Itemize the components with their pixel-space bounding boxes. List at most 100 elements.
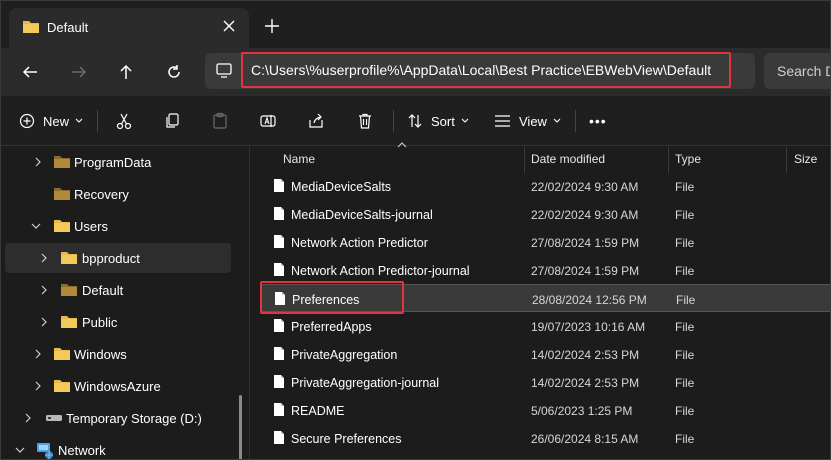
- file-row[interactable]: Secure Preferences 26/06/2024 8:15 AM Fi…: [261, 424, 830, 452]
- folder-icon: [54, 156, 70, 168]
- file-date: 14/02/2024 2:53 PM: [531, 376, 640, 390]
- file-name: Network Action Predictor-journal: [291, 264, 470, 278]
- tree-item-public[interactable]: Public: [5, 307, 231, 337]
- file-row[interactable]: Network Action Predictor-journal 27/08/2…: [261, 256, 830, 284]
- file-row[interactable]: MediaDeviceSalts 22/02/2024 9:30 AM File: [261, 172, 830, 200]
- chevron-right-icon[interactable]: [33, 157, 43, 167]
- more-icon: •••: [589, 113, 607, 129]
- trash-icon: [359, 113, 371, 129]
- file-date: 26/06/2024 8:15 AM: [531, 432, 639, 446]
- column-header-name[interactable]: Name: [283, 147, 315, 171]
- file-name: PreferredApps: [291, 320, 372, 334]
- explorer-window: Default C:\Users\%userprofile%\AppData\L…: [0, 0, 831, 460]
- tree-item-users[interactable]: Users: [5, 211, 231, 241]
- file-type: File: [675, 264, 695, 278]
- copy-button[interactable]: [163, 109, 181, 133]
- file-type: File: [675, 404, 695, 418]
- tree-item-bpproduct[interactable]: bpproduct: [5, 243, 231, 273]
- file-row[interactable]: README 5/06/2023 1:25 PM File: [261, 396, 830, 424]
- sort-icon: [408, 114, 422, 128]
- tree-item-network[interactable]: Network: [5, 435, 231, 459]
- new-button[interactable]: New: [19, 109, 83, 133]
- chevron-right-icon[interactable]: [39, 285, 49, 295]
- tree-label: Default: [82, 283, 124, 298]
- chevron-down-icon: [553, 118, 561, 123]
- rename-icon: [260, 115, 276, 127]
- up-button[interactable]: [114, 60, 138, 84]
- file-row[interactable]: Network Action Predictor 27/08/2024 1:59…: [261, 228, 830, 256]
- chevron-down-icon[interactable]: [31, 221, 41, 231]
- column-size-label: Size: [794, 152, 818, 166]
- tree-label: WindowsAzure: [74, 379, 161, 394]
- file-date: 22/02/2024 9:30 AM: [531, 180, 639, 194]
- network-icon: [37, 443, 53, 459]
- column-divider[interactable]: [668, 147, 669, 173]
- close-icon[interactable]: [221, 18, 237, 34]
- new-tab-icon[interactable]: [263, 17, 281, 35]
- tree-item-programdata[interactable]: ProgramData: [5, 147, 231, 177]
- chevron-right-icon[interactable]: [33, 381, 43, 391]
- file-type: File: [675, 376, 695, 390]
- tab-strip: Default: [1, 1, 830, 49]
- column-header-type[interactable]: Type: [675, 147, 701, 171]
- file-row[interactable]: PrivateAggregation-journal 14/02/2024 2:…: [261, 368, 830, 396]
- column-divider[interactable]: [786, 147, 787, 173]
- file-icon: [274, 431, 284, 444]
- chevron-down-icon: [461, 118, 469, 123]
- search-box[interactable]: Search D: [764, 53, 830, 89]
- refresh-button[interactable]: [162, 60, 186, 84]
- sort-button[interactable]: Sort: [407, 109, 469, 133]
- tree-item-windowsazure[interactable]: WindowsAzure: [5, 371, 231, 401]
- nav-scrollbar[interactable]: [239, 395, 242, 459]
- preferences-highlight-box: [260, 281, 404, 314]
- drive-icon: [46, 415, 62, 421]
- paste-button[interactable]: [211, 109, 229, 133]
- computer-icon: [216, 63, 232, 78]
- sort-ascending-icon: [397, 142, 407, 148]
- copy-icon: [166, 113, 179, 128]
- file-icon: [274, 347, 284, 360]
- chevron-right-icon[interactable]: [33, 349, 43, 359]
- file-row[interactable]: PreferredApps 19/07/2023 10:16 AM File: [261, 312, 830, 340]
- tree-item-windows[interactable]: Windows: [5, 339, 231, 369]
- chevron-down-icon[interactable]: [15, 445, 25, 455]
- tree-item-temporary-storage[interactable]: Temporary Storage (D:): [5, 403, 231, 433]
- file-icon: [274, 207, 284, 220]
- file-type: File: [675, 236, 695, 250]
- sort-label: Sort: [431, 113, 455, 129]
- folder-icon: [54, 380, 70, 392]
- file-name: PrivateAggregation: [291, 348, 398, 362]
- tab-default[interactable]: Default: [9, 8, 249, 48]
- column-header-size[interactable]: Size: [794, 147, 817, 171]
- file-name: PrivateAggregation-journal: [291, 376, 440, 390]
- tree-item-recovery[interactable]: Recovery: [5, 179, 231, 209]
- tree-item-default[interactable]: Default: [5, 275, 231, 305]
- column-header-date[interactable]: Date modified: [531, 147, 605, 171]
- file-name: README: [291, 404, 345, 418]
- arrow-right-icon: [72, 66, 87, 78]
- back-button[interactable]: [18, 60, 42, 84]
- scissors-icon: [116, 113, 132, 130]
- file-row[interactable]: MediaDeviceSalts-journal 22/02/2024 9:30…: [261, 200, 830, 228]
- chevron-right-icon[interactable]: [39, 253, 49, 263]
- file-date: 19/07/2023 10:16 AM: [531, 320, 646, 334]
- address-row: C:\Users\%userprofile%\AppData\Local\Bes…: [1, 48, 830, 96]
- view-button[interactable]: View: [494, 109, 561, 133]
- file-icon: [274, 403, 284, 416]
- share-button[interactable]: [307, 109, 325, 133]
- chevron-right-icon[interactable]: [39, 317, 49, 327]
- column-divider[interactable]: [524, 147, 525, 173]
- arrow-left-icon: [22, 66, 37, 78]
- file-date: 14/02/2024 2:53 PM: [531, 348, 640, 362]
- chevron-right-icon[interactable]: [23, 413, 33, 423]
- file-name: MediaDeviceSalts: [291, 180, 392, 194]
- more-options-button[interactable]: •••: [589, 109, 607, 133]
- delete-button[interactable]: [356, 109, 374, 133]
- forward-button[interactable]: [67, 60, 91, 84]
- file-row[interactable]: PrivateAggregation 14/02/2024 2:53 PM Fi…: [261, 340, 830, 368]
- file-type: File: [675, 208, 695, 222]
- rename-button[interactable]: [259, 109, 277, 133]
- view-list-icon: [495, 115, 510, 127]
- cut-button[interactable]: [115, 109, 133, 133]
- file-date: 27/08/2024 1:59 PM: [531, 236, 640, 250]
